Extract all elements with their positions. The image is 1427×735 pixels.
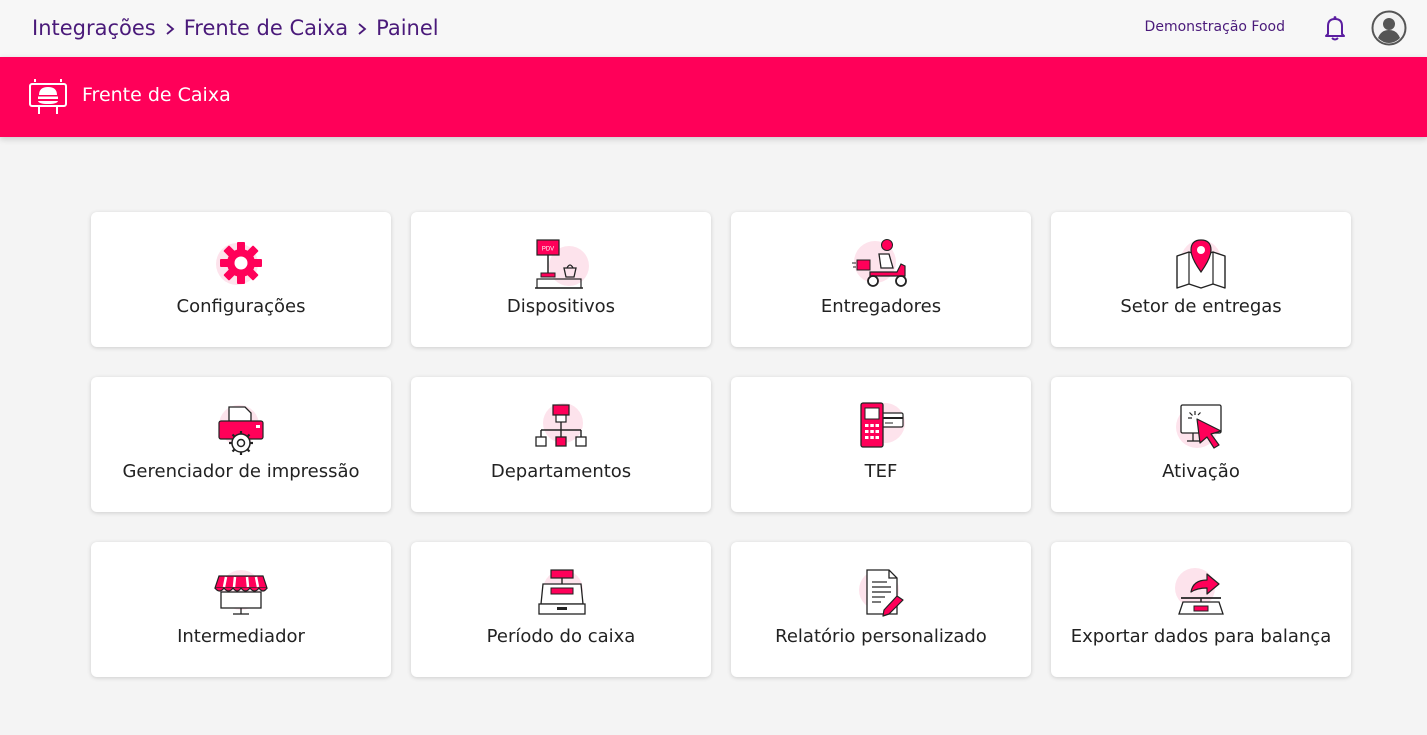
card-label: Gerenciador de impressão bbox=[122, 461, 360, 482]
card-setor-de-entregas[interactable]: Setor de entregas bbox=[1051, 212, 1351, 347]
card-gerenciador-de-impressao[interactable]: Gerenciador de impressão bbox=[91, 377, 391, 512]
scale-export-icon bbox=[1171, 566, 1231, 622]
chevron-right-icon bbox=[156, 16, 184, 40]
card-label: Ativação bbox=[1162, 461, 1240, 482]
card-relatorio-personalizado[interactable]: Relatório personalizado bbox=[731, 542, 1031, 677]
cursor-click-icon bbox=[1171, 401, 1231, 457]
report-edit-icon bbox=[851, 566, 911, 622]
card-label: Intermediador bbox=[177, 626, 305, 647]
card-label: Exportar dados para balança bbox=[1070, 626, 1332, 647]
chevron-right-icon bbox=[348, 16, 376, 40]
feature-grid: Configurações PDV Dispositivos Entregado… bbox=[91, 212, 1351, 677]
card-label: Setor de entregas bbox=[1120, 296, 1282, 317]
page-title: Frente de Caixa bbox=[82, 84, 231, 106]
breadcrumb-integracoes[interactable]: Integrações bbox=[32, 16, 156, 40]
user-avatar-icon[interactable] bbox=[1371, 10, 1407, 46]
printer-settings-icon bbox=[211, 401, 271, 457]
org-chart-icon bbox=[531, 401, 591, 457]
company-name[interactable]: Demonstração Food bbox=[1145, 19, 1285, 35]
card-label: Configurações bbox=[176, 296, 306, 317]
map-pin-icon bbox=[1171, 236, 1231, 292]
card-entregadores[interactable]: Entregadores bbox=[731, 212, 1031, 347]
card-departamentos[interactable]: Departamentos bbox=[411, 377, 711, 512]
card-label: Período do caixa bbox=[486, 626, 636, 647]
card-tef[interactable]: TEF bbox=[731, 377, 1031, 512]
svg-text:PDV: PDV bbox=[542, 247, 554, 253]
card-label: Departamentos bbox=[490, 461, 632, 482]
card-label: Relatório personalizado bbox=[775, 626, 987, 647]
cash-register-icon bbox=[531, 566, 591, 622]
breadcrumb-painel: Painel bbox=[376, 16, 439, 40]
breadcrumb: Integrações Frente de Caixa Painel bbox=[32, 14, 439, 42]
top-bar: Integrações Frente de Caixa Painel Demon… bbox=[0, 0, 1427, 58]
card-label: Entregadores bbox=[820, 296, 942, 317]
delivery-scooter-icon bbox=[851, 236, 911, 292]
pos-display-icon bbox=[27, 78, 73, 116]
card-ativacao[interactable]: Ativação bbox=[1051, 377, 1351, 512]
gear-icon bbox=[211, 236, 271, 292]
card-periodo-do-caixa[interactable]: Período do caixa bbox=[411, 542, 711, 677]
pdv-device-icon: PDV bbox=[531, 236, 591, 292]
card-label: TEF bbox=[864, 461, 898, 482]
bell-icon[interactable] bbox=[1320, 13, 1350, 43]
page-header-banner: Frente de Caixa bbox=[0, 57, 1427, 137]
breadcrumb-frente-de-caixa[interactable]: Frente de Caixa bbox=[184, 16, 348, 40]
card-dispositivos[interactable]: PDV Dispositivos bbox=[411, 212, 711, 347]
card-terminal-icon bbox=[851, 401, 911, 457]
card-exportar-dados-para-balanca[interactable]: Exportar dados para balança bbox=[1051, 542, 1351, 677]
card-configuracoes[interactable]: Configurações bbox=[91, 212, 391, 347]
storefront-icon bbox=[211, 566, 271, 622]
card-label: Dispositivos bbox=[506, 296, 616, 317]
card-intermediador[interactable]: Intermediador bbox=[91, 542, 391, 677]
